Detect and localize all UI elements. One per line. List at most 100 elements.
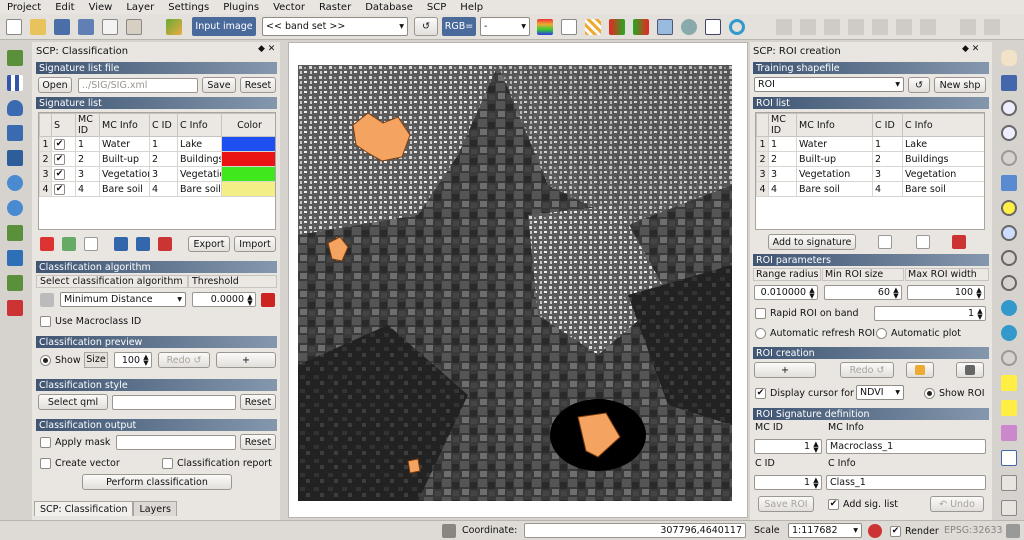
pan-to-selection-icon[interactable] <box>998 73 1020 93</box>
color-swatch[interactable] <box>221 136 275 152</box>
satellite-image[interactable] <box>298 65 732 501</box>
add-layer-red-icon[interactable] <box>4 298 26 318</box>
open-project-icon[interactable] <box>30 17 46 36</box>
input-image-icon[interactable] <box>156 17 192 36</box>
mc-info-cell[interactable]: Water <box>99 136 150 152</box>
col-header[interactable]: Color <box>221 113 275 137</box>
spin-arrows-icon[interactable]: ▲ ▼ <box>976 286 982 299</box>
rapid-band-spinbox[interactable]: 1 ▲ ▼ <box>874 306 986 321</box>
mc-id-cell[interactable]: 3 <box>768 166 797 182</box>
c-info-cell[interactable]: Lake <box>177 136 222 152</box>
add-wms-icon[interactable] <box>4 173 26 193</box>
checkbox-box[interactable] <box>162 457 173 469</box>
threshold-settings-icon[interactable] <box>261 293 275 307</box>
checkbox-box[interactable] <box>755 307 766 319</box>
signature-checkbox[interactable]: ✔ <box>51 166 76 182</box>
map-canvas[interactable] <box>288 42 748 518</box>
spin-arrows-icon[interactable]: ▲ ▼ <box>893 286 899 299</box>
rgb-select[interactable]: - ▾ <box>480 17 530 36</box>
scale-select[interactable]: 1:117682 ▾ <box>788 523 862 538</box>
signature-checkbox[interactable]: ✔ <box>51 181 76 197</box>
max-roi-width-spinbox[interactable]: 100 ▲ ▼ <box>907 285 985 300</box>
roi-table[interactable]: MC ID MC Info C ID C Info 1 1 Water 1 Lake 2 2… <box>755 112 985 230</box>
algorithm-weight-icon[interactable] <box>40 293 54 307</box>
table-row[interactable]: 2 ✔ 2 Built-up 2 Buildings <box>39 151 275 167</box>
zoom-native-icon[interactable] <box>998 148 1020 168</box>
classification-report-checkbox[interactable]: Classification report <box>162 456 272 470</box>
zoom-preview-icon[interactable] <box>633 17 649 36</box>
row-number[interactable]: 3 <box>39 166 52 182</box>
checkbox-box[interactable]: ✔ <box>54 168 65 180</box>
menu-item-plugins[interactable]: Plugins <box>216 2 266 13</box>
spin-arrows-icon[interactable]: ▲ ▼ <box>813 476 819 489</box>
spectral-plot-icon[interactable] <box>84 237 98 251</box>
shapefile-select[interactable]: ROI ▾ <box>754 77 904 92</box>
mc-id-cell[interactable]: 2 <box>75 151 100 167</box>
row-number[interactable]: 3 <box>756 166 769 182</box>
multiple-roi-button[interactable] <box>956 362 984 378</box>
col-header[interactable]: S <box>51 113 76 137</box>
spin-arrows-icon[interactable]: ▲ ▼ <box>813 440 819 453</box>
col-header[interactable]: MC ID <box>768 113 797 137</box>
save-project-icon[interactable] <box>54 17 70 36</box>
mc-id-spinbox[interactable]: 1 ▲ ▼ <box>754 439 822 454</box>
col-header[interactable]: C Info <box>902 113 984 137</box>
table-row[interactable]: 2 2 Built-up 2 Buildings <box>756 151 984 167</box>
spin-arrows-icon[interactable]: ▲ ▼ <box>143 354 149 367</box>
delete-roi-icon[interactable] <box>952 235 966 249</box>
mc-info-cell[interactable]: Bare soil <box>796 181 873 197</box>
signature-table[interactable]: S MC ID MC Info C ID C Info Color 1 ✔ 1 Wat… <box>38 112 276 230</box>
scatter-icon[interactable] <box>585 17 601 36</box>
row-number[interactable]: 1 <box>39 136 52 152</box>
mc-info-cell[interactable]: Bare soil <box>99 181 150 197</box>
c-id-cell[interactable]: 3 <box>149 166 178 182</box>
rapid-roi-checkbox[interactable]: Rapid ROI on band <box>755 306 859 320</box>
measure-icon[interactable] <box>998 498 1020 518</box>
field-calculator-icon[interactable] <box>998 473 1020 493</box>
menu-item-layer[interactable]: Layer <box>119 2 161 13</box>
zoom-in-icon[interactable] <box>998 98 1020 118</box>
mc-id-cell[interactable]: 4 <box>75 181 100 197</box>
col-header[interactable]: C Info <box>177 113 222 137</box>
checkbox-box[interactable]: ✔ <box>54 183 65 195</box>
c-info-cell[interactable]: Bare soil <box>902 181 984 197</box>
delete-signature-icon[interactable] <box>40 237 54 251</box>
checkbox-box[interactable]: ✔ <box>890 525 901 537</box>
mc-id-cell[interactable]: 3 <box>75 166 100 182</box>
signature-checkbox[interactable]: ✔ <box>51 136 76 152</box>
index-select[interactable]: NDVI ▾ <box>856 385 904 400</box>
c-info-cell[interactable]: Lake <box>902 136 984 152</box>
spectral-plot-icon[interactable] <box>561 17 577 36</box>
spin-arrows-icon[interactable]: ▲ ▼ <box>977 307 983 320</box>
row-number[interactable]: 2 <box>756 151 769 167</box>
mc-info-cell[interactable]: Vegetation <box>796 166 873 182</box>
spectral-plot-icon[interactable] <box>878 235 892 249</box>
threshold-spinbox[interactable]: 0.0000 ▲ ▼ <box>192 292 256 307</box>
col-header[interactable]: MC Info <box>99 113 150 137</box>
signature-path-field[interactable]: ../SIG/SIG.xml <box>78 78 198 93</box>
checkbox-box[interactable]: ✔ <box>54 138 65 150</box>
reset-button[interactable]: Reset <box>240 77 276 93</box>
toggle-extents-icon[interactable] <box>442 524 456 538</box>
menu-item-edit[interactable]: Edit <box>48 2 81 13</box>
qml-path-field[interactable] <box>112 395 236 410</box>
reset-mask-button[interactable]: Reset <box>240 434 276 450</box>
expression-select-icon[interactable] <box>998 423 1020 443</box>
add-spatialite-icon[interactable] <box>4 123 26 143</box>
color-swatch[interactable] <box>221 151 275 167</box>
zoom-roi-icon[interactable] <box>609 17 625 36</box>
deselect-icon[interactable] <box>998 398 1020 418</box>
col-header[interactable]: C ID <box>872 113 903 137</box>
new-project-icon[interactable] <box>6 17 22 36</box>
checkbox-box[interactable]: ✔ <box>54 153 65 165</box>
table-row[interactable]: 3✔3Vegetation3Vegetation <box>39 166 275 182</box>
c-info-field[interactable]: Class_1 <box>826 475 986 490</box>
radio-dot[interactable] <box>876 327 887 339</box>
checkbox-box[interactable]: ✔ <box>828 498 839 510</box>
apply-mask-checkbox[interactable]: Apply mask <box>40 435 110 449</box>
redo-preview-button[interactable]: Redo ↺ <box>158 352 210 368</box>
zoom-last-icon[interactable] <box>998 248 1020 268</box>
show-roi-radio[interactable]: Show ROI <box>924 386 985 400</box>
create-vector-checkbox[interactable]: Create vector <box>40 456 120 470</box>
zoom-out-icon[interactable] <box>998 123 1020 143</box>
